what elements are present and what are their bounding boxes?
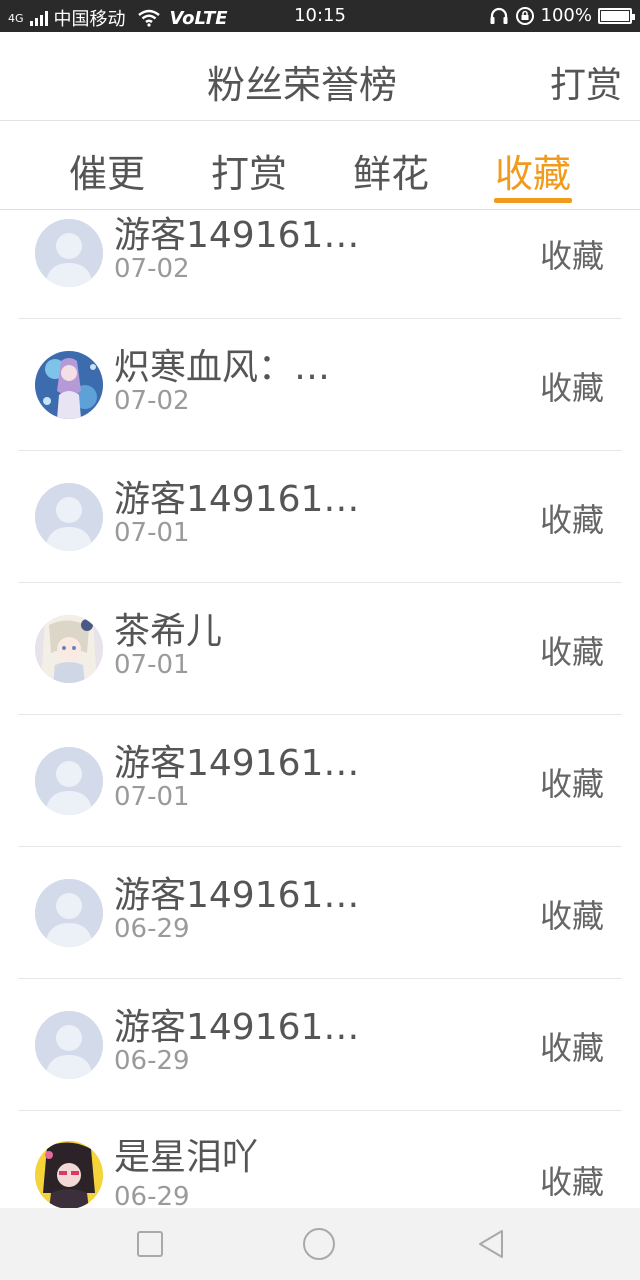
square-icon[interactable] — [136, 1230, 164, 1258]
user-name: 是星泪吖 — [114, 1137, 259, 1178]
action-label: 收藏 — [539, 633, 604, 671]
action-label: 收藏 — [539, 1163, 604, 1201]
tab-urge[interactable]: 催更 — [62, 143, 152, 198]
page-title: 粉丝荣誉榜 — [206, 63, 397, 107]
user-name: 炽寒血风：… — [114, 347, 331, 388]
action-label: 收藏 — [539, 369, 604, 407]
date: 07-02 — [114, 386, 190, 416]
list-item[interactable]: 游客149161… 07-02 收藏 — [18, 210, 622, 319]
list-item[interactable]: 茶希儿 07-01 收藏 — [18, 582, 622, 715]
date: 06-29 — [114, 914, 190, 944]
top-header: 粉丝荣誉榜 打赏 — [0, 32, 640, 121]
tab-reward[interactable]: 打赏 — [204, 143, 294, 198]
anime-avatar-icon — [35, 351, 103, 419]
user-name: 游客149161… — [114, 875, 360, 916]
list-item[interactable]: 游客149161… 07-01 收藏 — [18, 450, 622, 583]
fan-list: 游客149161… 07-02 收藏 炽寒血风：… 07-02 收藏 游客149… — [0, 210, 640, 1208]
headphones-icon — [490, 7, 508, 24]
date: 07-01 — [114, 782, 190, 812]
default-avatar-icon — [35, 219, 103, 287]
user-name: 茶希儿 — [114, 611, 223, 652]
date: 07-02 — [114, 254, 190, 284]
date: 06-29 — [114, 1046, 190, 1076]
tab-favorites[interactable]: 收藏 — [488, 143, 578, 198]
rotation-lock-icon — [515, 6, 534, 25]
system-nav-bar — [0, 1208, 640, 1280]
list-item[interactable]: 游客149161… 07-01 收藏 — [18, 714, 622, 847]
date: 07-01 — [114, 650, 190, 680]
circle-icon[interactable] — [302, 1227, 336, 1261]
user-name: 游客149161… — [114, 1007, 360, 1048]
action-label: 收藏 — [539, 765, 604, 803]
status-right: 100% — [489, 5, 635, 26]
default-avatar-icon — [35, 483, 103, 551]
user-name: 游客149161… — [114, 743, 360, 784]
action-label: 收藏 — [539, 897, 604, 935]
battery-icon — [598, 7, 635, 24]
anime-avatar-icon — [35, 615, 103, 683]
action-label: 收藏 — [539, 1029, 604, 1067]
default-avatar-icon — [35, 1011, 103, 1079]
list-item[interactable]: 炽寒血风：… 07-02 收藏 — [18, 318, 622, 451]
triangle-back-icon[interactable] — [476, 1228, 506, 1260]
action-label: 收藏 — [539, 501, 604, 539]
tab-flowers[interactable]: 鲜花 — [346, 143, 436, 198]
reward-button[interactable]: 打赏 — [550, 56, 622, 108]
list-item[interactable]: 是星泪吖 06-29 收藏 — [18, 1110, 622, 1208]
tab-bar: 催更 打赏 鲜花 收藏 — [0, 121, 640, 210]
default-avatar-icon — [35, 879, 103, 947]
anime-avatar-icon — [35, 1141, 103, 1208]
action-label: 收藏 — [539, 237, 604, 275]
list-item[interactable]: 游客149161… 06-29 收藏 — [18, 978, 622, 1111]
active-tab-indicator — [494, 198, 572, 203]
list-item[interactable]: 游客149161… 06-29 收藏 — [18, 846, 622, 979]
battery-percent: 100% — [540, 5, 592, 26]
status-bar: 4G 中国移动 VoLTE 10:15 100% — [0, 0, 640, 32]
user-name: 游客149161… — [114, 215, 360, 256]
user-name: 游客149161… — [114, 479, 360, 520]
date: 06-29 — [114, 1182, 190, 1208]
default-avatar-icon — [35, 747, 103, 815]
date: 07-01 — [114, 518, 190, 548]
